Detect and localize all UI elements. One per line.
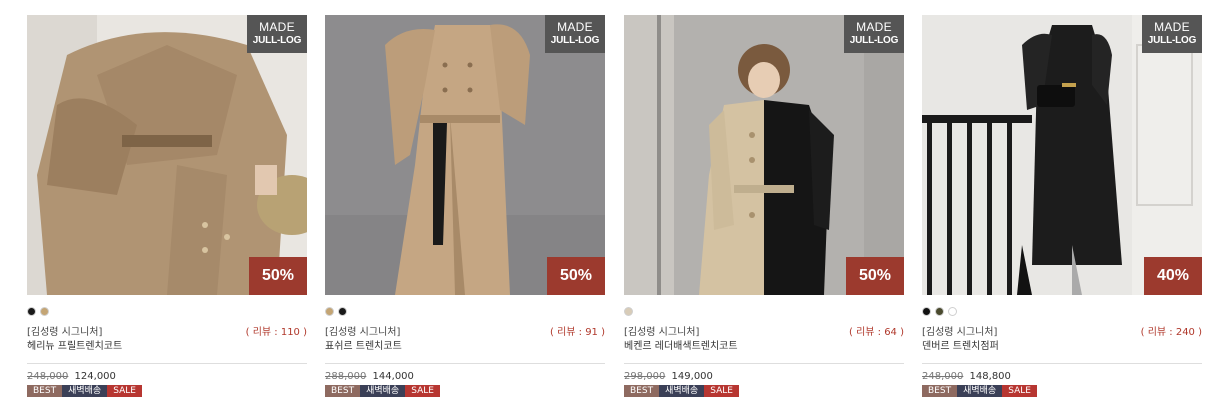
review-count: ( 리뷰 : 64 ) bbox=[848, 326, 904, 338]
made-jull-log-badge: MADE JULL-LOG bbox=[844, 15, 904, 53]
original-price: 298,000 bbox=[624, 371, 666, 382]
product-card[interactable]: MADE JULL-LOG 50% [김성령 시그니처] ( 리뷰 : 110 … bbox=[27, 15, 307, 397]
original-price: 288,000 bbox=[325, 371, 367, 382]
tag-dawn-delivery: 새벽배송 bbox=[62, 385, 108, 397]
product-name[interactable]: 헤리뉴 프릴트렌치코트 bbox=[27, 340, 307, 354]
sale-price: 124,000 bbox=[74, 371, 116, 382]
color-swatch bbox=[27, 307, 36, 316]
brand-label: [김성령 시그니처] bbox=[624, 326, 700, 338]
product-name[interactable]: 덴버르 트렌치점퍼 bbox=[922, 340, 1202, 354]
discount-badge: 50% bbox=[547, 257, 605, 295]
color-swatch bbox=[325, 307, 334, 316]
color-swatches bbox=[325, 307, 605, 316]
made-badge-line1: MADE bbox=[856, 20, 892, 34]
product-photo bbox=[325, 15, 605, 295]
tag-sale: SALE bbox=[1002, 385, 1037, 397]
product-card[interactable]: MADE JULL-LOG 40% [김성령 시그니처] ( 리뷰 : 240 … bbox=[922, 15, 1202, 397]
color-swatch bbox=[624, 307, 633, 316]
tag-sale: SALE bbox=[107, 385, 142, 397]
color-swatch bbox=[922, 307, 931, 316]
tag-dawn-delivery: 새벽배송 bbox=[659, 385, 705, 397]
tag-list: BEST 새벽배송 SALE bbox=[624, 385, 904, 397]
made-badge-line1: MADE bbox=[557, 20, 593, 34]
color-swatch bbox=[948, 307, 957, 316]
tag-list: BEST 새벽배송 SALE bbox=[27, 385, 307, 397]
made-badge-line2: JULL-LOG bbox=[849, 35, 899, 46]
discount-badge: 50% bbox=[846, 257, 904, 295]
color-swatch bbox=[40, 307, 49, 316]
price-row: 248,000 124,000 bbox=[27, 370, 307, 384]
product-image[interactable]: MADE JULL-LOG 50% bbox=[27, 15, 307, 295]
product-grid: MADE JULL-LOG 50% [김성령 시그니처] ( 리뷰 : 110 … bbox=[0, 0, 1216, 417]
brand-label: [김성령 시그니처] bbox=[325, 326, 401, 338]
color-swatches bbox=[922, 307, 1202, 316]
price-row: 288,000 144,000 bbox=[325, 370, 605, 384]
made-badge-line1: MADE bbox=[259, 20, 295, 34]
made-jull-log-badge: MADE JULL-LOG bbox=[1142, 15, 1202, 53]
tag-best: BEST bbox=[325, 385, 361, 397]
made-jull-log-badge: MADE JULL-LOG bbox=[247, 15, 307, 53]
color-swatch bbox=[338, 307, 347, 316]
product-image[interactable]: MADE JULL-LOG 50% bbox=[325, 15, 605, 295]
original-price: 248,000 bbox=[922, 371, 964, 382]
tag-sale: SALE bbox=[405, 385, 440, 397]
product-name[interactable]: 베켄르 레더배색트렌치코트 bbox=[624, 340, 904, 354]
made-badge-line2: JULL-LOG bbox=[252, 35, 302, 46]
color-swatches bbox=[624, 307, 904, 316]
product-image[interactable]: MADE JULL-LOG 40% bbox=[922, 15, 1202, 295]
original-price: 248,000 bbox=[27, 371, 69, 382]
tag-best: BEST bbox=[922, 385, 958, 397]
product-photo bbox=[922, 15, 1202, 295]
brand-label: [김성령 시그니처] bbox=[27, 326, 103, 338]
review-count: ( 리뷰 : 110 ) bbox=[245, 326, 307, 338]
tag-best: BEST bbox=[27, 385, 63, 397]
sale-price: 144,000 bbox=[372, 371, 414, 382]
sale-price: 149,000 bbox=[671, 371, 713, 382]
made-badge-line2: JULL-LOG bbox=[550, 35, 600, 46]
tag-list: BEST 새벽배송 SALE bbox=[922, 385, 1202, 397]
product-photo bbox=[27, 15, 307, 295]
review-count: ( 리뷰 : 91 ) bbox=[549, 326, 605, 338]
product-card[interactable]: MADE JULL-LOG 50% [김성령 시그니처] ( 리뷰 : 91 )… bbox=[325, 15, 605, 397]
tag-best: BEST bbox=[624, 385, 660, 397]
tag-list: BEST 새벽배송 SALE bbox=[325, 385, 605, 397]
made-jull-log-badge: MADE JULL-LOG bbox=[545, 15, 605, 53]
product-photo bbox=[624, 15, 904, 295]
brand-label: [김성령 시그니처] bbox=[922, 326, 998, 338]
price-row: 248,000 148,800 bbox=[922, 370, 1202, 384]
divider bbox=[27, 363, 307, 364]
color-swatches bbox=[27, 307, 307, 316]
made-badge-line1: MADE bbox=[1154, 20, 1190, 34]
divider bbox=[922, 363, 1202, 364]
product-name[interactable]: 표쉬르 트렌치코트 bbox=[325, 340, 605, 354]
price-row: 298,000 149,000 bbox=[624, 370, 904, 384]
discount-badge: 40% bbox=[1144, 257, 1202, 295]
discount-badge: 50% bbox=[249, 257, 307, 295]
tag-dawn-delivery: 새벽배송 bbox=[360, 385, 406, 397]
tag-dawn-delivery: 새벽배송 bbox=[957, 385, 1003, 397]
divider bbox=[325, 363, 605, 364]
made-badge-line2: JULL-LOG bbox=[1147, 35, 1197, 46]
product-card[interactable]: MADE JULL-LOG 50% [김성령 시그니처] ( 리뷰 : 64 )… bbox=[624, 15, 904, 397]
sale-price: 148,800 bbox=[969, 371, 1011, 382]
product-image[interactable]: MADE JULL-LOG 50% bbox=[624, 15, 904, 295]
tag-sale: SALE bbox=[704, 385, 739, 397]
color-swatch bbox=[935, 307, 944, 316]
divider bbox=[624, 363, 904, 364]
review-count: ( 리뷰 : 240 ) bbox=[1140, 326, 1202, 338]
